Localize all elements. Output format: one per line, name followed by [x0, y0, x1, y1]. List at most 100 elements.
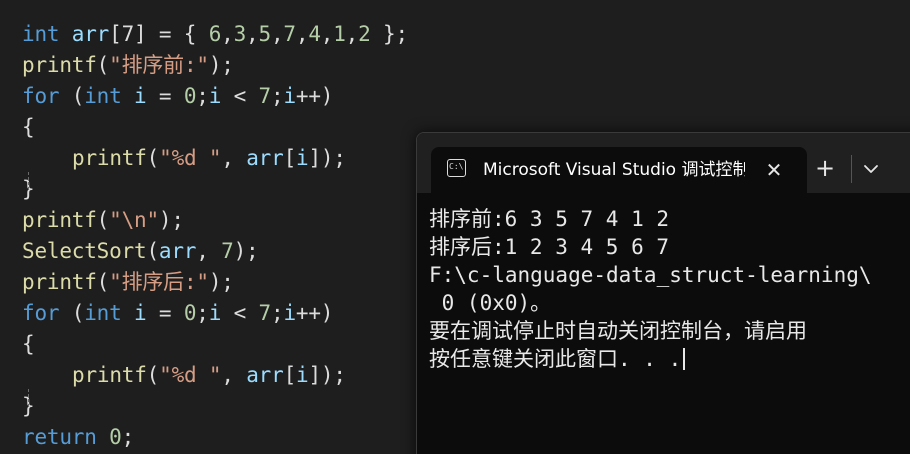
- code-token: ;: [196, 301, 209, 325]
- code-token: arr: [71, 22, 110, 46]
- code-token: (: [59, 301, 85, 325]
- code-token: arr: [246, 146, 284, 170]
- code-token: (: [146, 363, 160, 387]
- code-token: i: [208, 301, 222, 325]
- code-token: ++): [295, 301, 334, 325]
- code-token: arr: [246, 363, 284, 387]
- code-token: ,: [221, 146, 247, 170]
- terminal-tab-bar: C:\ Microsoft Visual Studio 调试控制台 ✕ +: [417, 133, 910, 193]
- code-token: {: [22, 115, 35, 139]
- code-token: 7: [283, 22, 296, 46]
- console-line: 按任意键关闭此窗口. . .: [429, 345, 872, 373]
- code-token: );: [233, 239, 259, 263]
- chevron-down-icon[interactable]: [857, 155, 885, 183]
- tabbar-divider: [851, 155, 852, 183]
- code-token: ,: [295, 22, 309, 46]
- console-tab[interactable]: C:\ Microsoft Visual Studio 调试控制台 ✕: [431, 147, 807, 193]
- tab-title: Microsoft Visual Studio 调试控制台: [483, 160, 745, 180]
- code-token: [: [283, 363, 297, 387]
- console-line: 排序后:1 2 3 4 5 6 7: [429, 233, 872, 261]
- console-output[interactable]: 排序前:6 3 5 7 4 1 2 排序后:1 2 3 4 5 6 7 F:\c-l…: [429, 205, 872, 373]
- code-token: int: [22, 22, 60, 46]
- code-line: SelectSort(arr, 7);: [22, 236, 408, 267]
- code-token: {: [22, 332, 35, 356]
- code-token: i: [283, 301, 296, 325]
- code-token: (: [96, 270, 110, 294]
- code-editor[interactable]: int arr[7] = { 6,3,5,7,4,1,2 }; printf("排…: [22, 19, 408, 453]
- code-token: [: [283, 146, 297, 170]
- text-cursor: [683, 348, 686, 370]
- code-token: 1: [333, 22, 346, 46]
- code-token: );: [208, 53, 234, 77]
- code-token: 4: [308, 22, 321, 46]
- console-line-text: F:\c-language-data_struct-learning\: [429, 263, 872, 287]
- code-token: arr: [158, 239, 197, 263]
- code-line: int arr[7] = { 6,3,5,7,4,1,2 };: [22, 19, 408, 50]
- console-line-text: 0 (0x0)。: [429, 291, 552, 315]
- code-line: }: [22, 174, 408, 205]
- code-token: i: [283, 84, 296, 108]
- console-line-text: 按任意键关闭此窗口. . .: [429, 347, 682, 371]
- code-token: (: [59, 84, 85, 108]
- console-line-text: 要在调试停止时自动关闭控制台，请启用: [429, 319, 807, 343]
- code-token: "%d ": [159, 363, 222, 387]
- code-token: );: [158, 208, 184, 232]
- code-token: "排序前:": [109, 53, 209, 77]
- code-token: i: [296, 363, 309, 387]
- code-token: 5: [258, 22, 272, 46]
- code-token: };: [370, 22, 408, 46]
- code-token: ;: [270, 301, 284, 325]
- code-token: ]);: [308, 146, 346, 170]
- code-token: ;: [196, 84, 209, 108]
- code-token: for: [22, 84, 60, 108]
- code-token: 2: [358, 22, 371, 46]
- code-line: printf("%d ", arr[i]);: [22, 360, 408, 407]
- code-token: =: [146, 84, 184, 108]
- close-tab-icon[interactable]: ✕: [761, 157, 787, 183]
- console-line: 排序前:6 3 5 7 4 1 2: [429, 205, 872, 233]
- code-token: 0: [109, 425, 122, 449]
- code-token: ,: [345, 22, 359, 46]
- code-token: =: [146, 301, 184, 325]
- console-app-icon: C:\: [447, 159, 466, 177]
- code-token: );: [208, 270, 234, 294]
- code-token: (: [146, 239, 159, 263]
- code-token: <: [221, 301, 259, 325]
- code-token: <: [221, 84, 259, 108]
- code-token: i: [208, 84, 222, 108]
- console-line: 0 (0x0)。: [429, 289, 872, 317]
- console-app-icon-label: C:\: [449, 162, 464, 171]
- code-token: 3: [233, 22, 247, 46]
- code-token: 7: [258, 301, 272, 325]
- code-line: printf("%d ", arr[i]);: [22, 143, 408, 190]
- code-token: printf: [22, 208, 97, 232]
- code-token: 0: [183, 301, 197, 325]
- code-token: 0: [183, 84, 197, 108]
- code-token: int: [84, 84, 122, 108]
- code-line: for (int i = 0;i < 7;i++): [22, 298, 408, 329]
- code-line: }: [22, 391, 408, 422]
- code-token: ,: [246, 22, 259, 46]
- code-line: {: [22, 112, 408, 143]
- code-token: printf: [72, 363, 147, 387]
- code-token: 7: [221, 239, 234, 263]
- code-token: "排序后:": [109, 270, 209, 294]
- code-line: printf("\n");: [22, 205, 408, 236]
- code-token: ,: [221, 22, 234, 46]
- code-token: "\n": [109, 208, 159, 232]
- console-line: F:\c-language-data_struct-learning\: [429, 261, 872, 289]
- code-token: ++): [295, 84, 334, 108]
- code-line: printf("排序前:");: [22, 50, 408, 81]
- code-token: i: [134, 301, 147, 325]
- debug-console-window[interactable]: C:\ Microsoft Visual Studio 调试控制台 ✕ + 排序…: [416, 132, 910, 454]
- code-token: (: [96, 208, 110, 232]
- code-token: SelectSort: [22, 239, 147, 263]
- code-token: ;: [270, 84, 284, 108]
- new-tab-button[interactable]: +: [811, 153, 839, 183]
- code-token: ,: [196, 239, 222, 263]
- code-token: printf: [22, 53, 97, 77]
